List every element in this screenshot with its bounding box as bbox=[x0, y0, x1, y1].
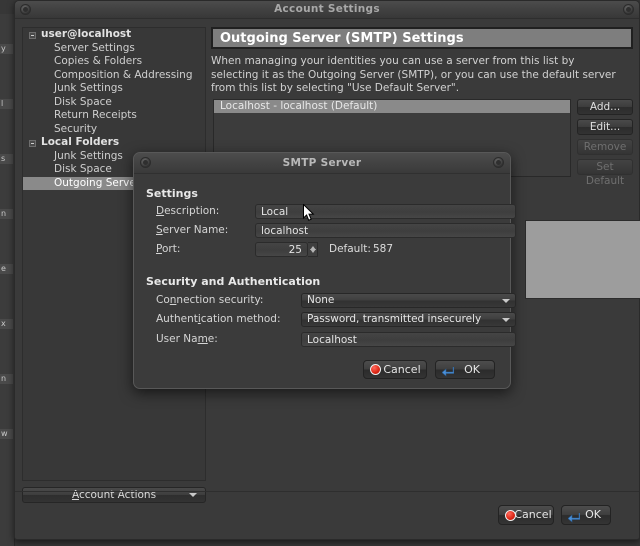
background-window-fragment: l bbox=[0, 99, 13, 109]
description-row: Description: bbox=[156, 204, 516, 219]
tree-twisty-collapse-icon[interactable] bbox=[29, 32, 36, 39]
edit-button[interactable]: Edit... bbox=[577, 119, 633, 135]
sidebar-item[interactable]: user@localhost bbox=[23, 28, 205, 42]
set-default-button: Set Default bbox=[577, 159, 633, 187]
background-window-strip[interactable]: y l s n e x n w bbox=[0, 14, 15, 546]
sidebar-item[interactable]: Local Folders bbox=[23, 136, 205, 150]
sidebar-item-label: Composition & Addressing bbox=[54, 68, 193, 81]
dialog-cancel-label: Cancel bbox=[383, 363, 421, 376]
user-name-label: User Name: bbox=[156, 333, 218, 345]
smtp-server-dialog: SMTP Server Settings Description: Server… bbox=[133, 152, 516, 389]
background-window-fragment: s bbox=[0, 154, 13, 164]
default-port-label: Default: bbox=[329, 243, 371, 255]
sidebar-item-label: Security bbox=[54, 122, 98, 135]
chevron-down-icon bbox=[502, 318, 510, 322]
tree-twisty-collapse-icon[interactable] bbox=[29, 140, 36, 147]
window-corner-knob-right-icon bbox=[623, 4, 634, 15]
pane-title: Outgoing Server (SMTP) Settings bbox=[211, 27, 633, 49]
description-label: Description: bbox=[156, 205, 220, 217]
port-row: Port: Default: 587 bbox=[156, 242, 496, 257]
background-window-fragment: n bbox=[0, 209, 13, 219]
sidebar-item[interactable]: Copies & Folders bbox=[23, 55, 205, 69]
dialog-ok-label: OK bbox=[464, 363, 480, 376]
bottom-divider bbox=[15, 491, 639, 492]
window-cancel-label: Cancel bbox=[514, 508, 552, 521]
port-input[interactable] bbox=[255, 242, 308, 257]
remove-button: Remove bbox=[577, 139, 633, 155]
connection-security-row: Connection security: None bbox=[156, 293, 516, 308]
window-bottom-bar: Cancel OK bbox=[15, 491, 639, 539]
port-label: Port: bbox=[156, 243, 181, 255]
sidebar-item[interactable]: Server Settings bbox=[23, 42, 205, 56]
auth-method-value: Password, transmitted insecurely bbox=[307, 313, 482, 325]
user-name-input[interactable] bbox=[301, 332, 516, 347]
enter-arrow-icon bbox=[441, 365, 455, 377]
sidebar-item-label: Junk Settings bbox=[54, 149, 123, 162]
sidebar-item[interactable]: Junk Settings bbox=[23, 82, 205, 96]
window-ok-label: OK bbox=[585, 508, 601, 521]
server-list-item[interactable]: Localhost - localhost (Default) bbox=[214, 100, 570, 113]
sidebar-item-label: Copies & Folders bbox=[54, 55, 143, 67]
dialog-ok-button[interactable]: OK bbox=[435, 360, 495, 379]
settings-group-label: Settings bbox=[146, 187, 198, 200]
background-window-fragment: w bbox=[0, 429, 13, 439]
auth-method-select[interactable]: Password, transmitted insecurely bbox=[301, 312, 516, 327]
auth-method-label: Authentication method: bbox=[156, 313, 281, 325]
connection-security-select[interactable]: None bbox=[301, 293, 516, 308]
window-title: Account Settings bbox=[274, 3, 380, 15]
default-port-value: 587 bbox=[373, 243, 394, 255]
dialog-cancel-button[interactable]: Cancel bbox=[363, 360, 427, 379]
sidebar-item[interactable]: Security bbox=[23, 123, 205, 137]
spinner-down-icon[interactable] bbox=[310, 249, 316, 253]
enter-arrow-icon bbox=[567, 511, 581, 523]
description-input[interactable] bbox=[255, 204, 516, 219]
server-name-row: Server Name: bbox=[156, 223, 516, 238]
dialog-title: SMTP Server bbox=[282, 157, 362, 169]
background-window-fragment: x bbox=[0, 319, 13, 329]
auth-method-row: Authentication method: Password, transmi… bbox=[156, 312, 516, 327]
background-window-fragment: y bbox=[0, 44, 13, 54]
server-name-label: Server Name: bbox=[156, 224, 229, 236]
add-button[interactable]: Add... bbox=[577, 99, 633, 115]
screen: y l s n e x n w Account Settings user@localhost… bbox=[0, 0, 640, 546]
pane-description: When managing your identities you can us… bbox=[211, 55, 616, 94]
sidebar-item-label: Local Folders bbox=[41, 136, 120, 148]
connection-security-label: Connection security: bbox=[156, 294, 264, 306]
sidebar-item-label: Return Receipts bbox=[54, 109, 137, 121]
sidebar-item-label: Junk Settings bbox=[54, 82, 123, 94]
port-spinner[interactable] bbox=[308, 242, 318, 257]
dialog-body: Settings Description: Server Name: Port:… bbox=[134, 174, 516, 388]
background-window-fragment: n bbox=[0, 374, 13, 384]
connection-security-value: None bbox=[307, 294, 335, 306]
sidebar-item[interactable]: Composition & Addressing bbox=[23, 69, 205, 83]
user-name-row: User Name: bbox=[156, 332, 516, 347]
sidebar-item[interactable]: Return Receipts bbox=[23, 109, 205, 123]
security-group-label: Security and Authentication bbox=[146, 275, 321, 288]
cancel-circle-icon bbox=[505, 510, 516, 521]
sidebar-item[interactable]: Disk Space bbox=[23, 96, 205, 110]
sidebar-item-label: Server Settings bbox=[54, 41, 135, 54]
window-titlebar[interactable]: Account Settings bbox=[15, 1, 639, 19]
chevron-down-icon bbox=[502, 299, 510, 303]
sidebar-item-label: Disk Space bbox=[54, 163, 112, 175]
sidebar-item-label: Disk Space bbox=[54, 95, 112, 108]
server-list-buttons: Add... Edit... Remove Set Default bbox=[577, 99, 633, 187]
background-window-fragment: e bbox=[0, 264, 13, 274]
sidebar-item-label: user@localhost bbox=[41, 28, 132, 40]
window-ok-button[interactable]: OK bbox=[561, 505, 611, 525]
server-name-input[interactable] bbox=[255, 223, 516, 238]
dialog-titlebar[interactable]: SMTP Server bbox=[134, 153, 510, 174]
content-placeholder-panel bbox=[525, 220, 640, 299]
cancel-circle-icon bbox=[370, 364, 381, 375]
window-cancel-button[interactable]: Cancel bbox=[498, 505, 554, 525]
dialog-corner-knob-right-icon bbox=[493, 157, 504, 168]
